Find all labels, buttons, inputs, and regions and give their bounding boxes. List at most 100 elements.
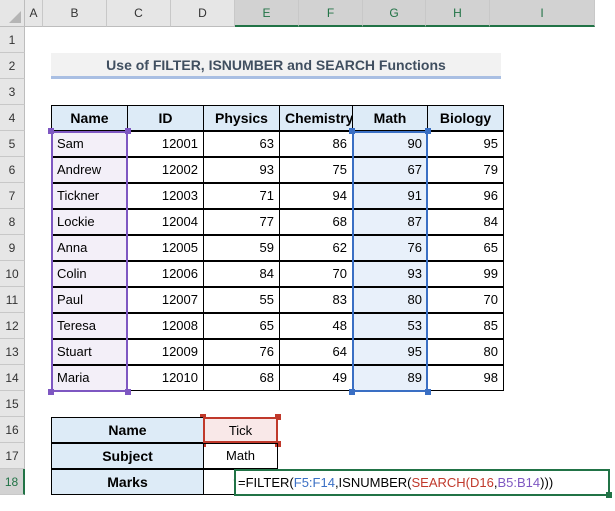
column-header-B[interactable]: B — [43, 0, 107, 27]
table-cell-id[interactable]: 12006 — [127, 261, 204, 287]
table-cell-math[interactable]: 90 — [352, 131, 428, 157]
row-header-17[interactable]: 17 — [0, 443, 25, 469]
table-cell-chemistry[interactable]: 75 — [279, 157, 353, 183]
table-cell-physics[interactable]: 65 — [203, 313, 280, 339]
table-cell-biology[interactable]: 80 — [427, 339, 504, 365]
name-label: Name — [51, 417, 204, 443]
table-cell-biology[interactable]: 96 — [427, 183, 504, 209]
column-label-id: ID — [127, 105, 204, 131]
table-cell-name[interactable]: Tickner — [51, 183, 128, 209]
column-header-I[interactable]: I — [490, 0, 595, 27]
table-cell-physics[interactable]: 63 — [203, 131, 280, 157]
table-cell-math[interactable]: 95 — [352, 339, 428, 365]
table-cell-biology[interactable]: 85 — [427, 313, 504, 339]
table-cell-chemistry[interactable]: 94 — [279, 183, 353, 209]
row-header-7[interactable]: 7 — [0, 183, 25, 209]
table-cell-chemistry[interactable]: 62 — [279, 235, 353, 261]
table-cell-chemistry[interactable]: 83 — [279, 287, 353, 313]
fill-handle[interactable] — [606, 492, 612, 498]
column-header-A[interactable]: A — [25, 0, 43, 27]
table-cell-id[interactable]: 12007 — [127, 287, 204, 313]
table-cell-name[interactable]: Sam — [51, 131, 128, 157]
table-cell-chemistry[interactable]: 68 — [279, 209, 353, 235]
formula-ref-name: D16 — [470, 475, 494, 490]
column-header-E[interactable]: E — [235, 0, 299, 27]
table-cell-id[interactable]: 12001 — [127, 131, 204, 157]
row-header-8[interactable]: 8 — [0, 209, 25, 235]
row-header-2[interactable]: 2 — [0, 53, 25, 79]
row-header-13[interactable]: 13 — [0, 339, 25, 365]
table-cell-id[interactable]: 12003 — [127, 183, 204, 209]
table-cell-id[interactable]: 12005 — [127, 235, 204, 261]
row-header-14[interactable]: 14 — [0, 365, 25, 391]
column-header-G[interactable]: G — [363, 0, 426, 27]
table-cell-math[interactable]: 91 — [352, 183, 428, 209]
row-header-15[interactable]: 15 — [0, 391, 25, 417]
subject-cell[interactable]: Math — [203, 443, 278, 469]
row-header-10[interactable]: 10 — [0, 261, 25, 287]
table-cell-math[interactable]: 76 — [352, 235, 428, 261]
table-cell-physics[interactable]: 55 — [203, 287, 280, 313]
table-cell-name[interactable]: Paul — [51, 287, 128, 313]
row-header-18[interactable]: 18 — [0, 469, 25, 495]
table-cell-physics[interactable]: 84 — [203, 261, 280, 287]
table-cell-name[interactable]: Lockie — [51, 209, 128, 235]
column-label-physics: Physics — [203, 105, 280, 131]
row-header-5[interactable]: 5 — [0, 131, 25, 157]
row-header-12[interactable]: 12 — [0, 313, 25, 339]
table-cell-biology[interactable]: 79 — [427, 157, 504, 183]
table-cell-id[interactable]: 12008 — [127, 313, 204, 339]
table-cell-id[interactable]: 12004 — [127, 209, 204, 235]
table-cell-name[interactable]: Anna — [51, 235, 128, 261]
table-cell-math[interactable]: 80 — [352, 287, 428, 313]
table-cell-math[interactable]: 93 — [352, 261, 428, 287]
row-header-6[interactable]: 6 — [0, 157, 25, 183]
table-cell-name[interactable]: Andrew — [51, 157, 128, 183]
table-cell-id[interactable]: 12002 — [127, 157, 204, 183]
table-cell-physics[interactable]: 93 — [203, 157, 280, 183]
table-cell-name[interactable]: Stuart — [51, 339, 128, 365]
table-cell-physics[interactable]: 68 — [203, 365, 280, 391]
row-header-9[interactable]: 9 — [0, 235, 25, 261]
column-header-C[interactable]: C — [107, 0, 171, 27]
table-cell-physics[interactable]: 71 — [203, 183, 280, 209]
table-cell-name[interactable]: Maria — [51, 365, 128, 391]
table-cell-chemistry[interactable]: 64 — [279, 339, 353, 365]
table-cell-math[interactable]: 89 — [352, 365, 428, 391]
table-cell-biology[interactable]: 98 — [427, 365, 504, 391]
table-cell-chemistry[interactable]: 70 — [279, 261, 353, 287]
column-header-D[interactable]: D — [171, 0, 235, 27]
table-cell-name[interactable]: Colin — [51, 261, 128, 287]
table-cell-id[interactable]: 12010 — [127, 365, 204, 391]
formula-part: SEARCH( — [411, 475, 471, 490]
column-header-F[interactable]: F — [299, 0, 363, 27]
name-input-cell[interactable]: Tick — [203, 417, 278, 443]
table-cell-physics[interactable]: 76 — [203, 339, 280, 365]
table-cell-math[interactable]: 67 — [352, 157, 428, 183]
table-cell-chemistry[interactable]: 48 — [279, 313, 353, 339]
table-cell-physics[interactable]: 77 — [203, 209, 280, 235]
table-cell-biology[interactable]: 95 — [427, 131, 504, 157]
table-cell-math[interactable]: 53 — [352, 313, 428, 339]
row-header-4[interactable]: 4 — [0, 105, 25, 131]
table-cell-chemistry[interactable]: 86 — [279, 131, 353, 157]
column-label-biology: Biology — [427, 105, 504, 131]
formula-ref-math: F5:F14 — [293, 475, 335, 490]
table-cell-biology[interactable]: 84 — [427, 209, 504, 235]
table-cell-id[interactable]: 12009 — [127, 339, 204, 365]
row-header-1[interactable]: 1 — [0, 27, 25, 53]
row-header-11[interactable]: 11 — [0, 287, 25, 313]
row-header-16[interactable]: 16 — [0, 417, 25, 443]
table-cell-physics[interactable]: 59 — [203, 235, 280, 261]
table-cell-biology[interactable]: 70 — [427, 287, 504, 313]
table-cell-name[interactable]: Teresa — [51, 313, 128, 339]
column-header-H[interactable]: H — [426, 0, 490, 27]
select-all-button[interactable] — [0, 0, 25, 27]
table-cell-chemistry[interactable]: 49 — [279, 365, 353, 391]
formula-edit-cell[interactable]: =FILTER(F5:F14,ISNUMBER(SEARCH(D16,B5:B1… — [234, 469, 612, 498]
table-cell-biology[interactable]: 99 — [427, 261, 504, 287]
table-cell-math[interactable]: 87 — [352, 209, 428, 235]
marks-label: Marks — [51, 469, 204, 495]
row-header-3[interactable]: 3 — [0, 79, 25, 105]
table-cell-biology[interactable]: 65 — [427, 235, 504, 261]
